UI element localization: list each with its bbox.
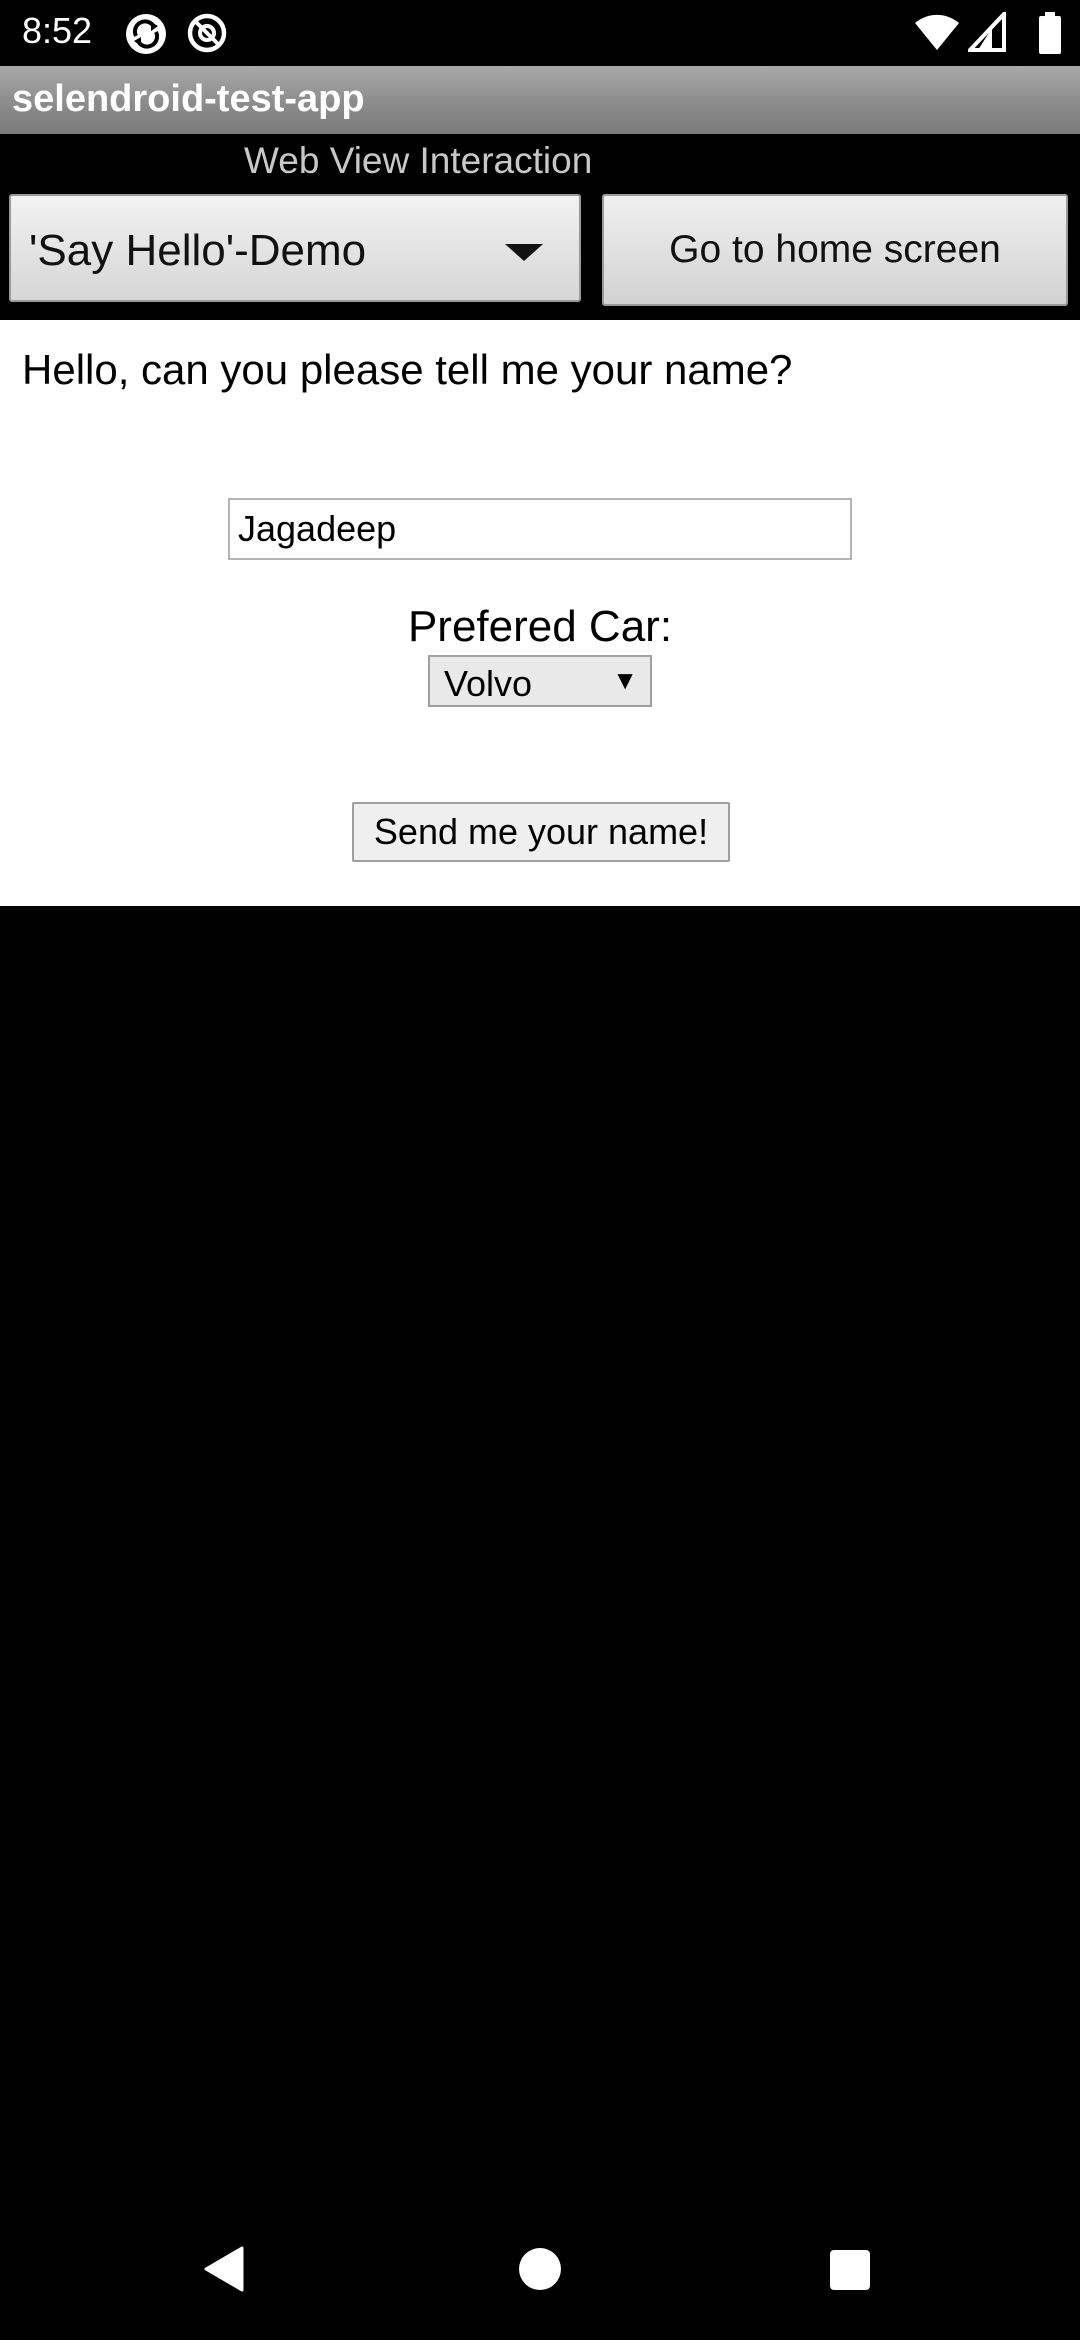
name-input[interactable] [228, 498, 852, 560]
send-name-button[interactable]: Send me your name! [352, 802, 730, 862]
battery-icon [1039, 12, 1061, 54]
cell-signal-icon [968, 12, 1006, 52]
app-title-bar: selendroid-test-app [0, 66, 1080, 134]
name-question: Hello, can you please tell me your name? [22, 346, 793, 393]
car-select[interactable]: Volvo ▼ [428, 655, 652, 707]
screen: 8:52 selendroid-test-app Web View Intera… [0, 0, 1080, 2340]
go-to-home-button[interactable]: Go to home screen [602, 194, 1068, 306]
wifi-icon [915, 14, 959, 50]
home-icon[interactable] [519, 2248, 561, 2290]
navigation-bar [0, 2196, 1080, 2340]
app-title: selendroid-test-app [12, 78, 365, 120]
status-bar: 8:52 [0, 0, 1080, 66]
demo-spinner-value: 'Say Hello'-Demo [29, 226, 367, 275]
select-arrow-icon: ▼ [612, 665, 638, 695]
dropdown-arrow-icon [505, 244, 543, 261]
status-time: 8:52 [22, 10, 93, 51]
screen-subtitle: Web View Interaction [244, 140, 593, 181]
sync-icon [124, 12, 168, 61]
recents-icon[interactable] [830, 2250, 870, 2290]
demo-spinner[interactable]: 'Say Hello'-Demo [9, 194, 581, 302]
back-icon[interactable] [204, 2246, 244, 2292]
car-select-value: Volvo [444, 663, 533, 704]
web-view: Hello, can you please tell me your name?… [0, 320, 1080, 906]
prefered-car-label: Prefered Car: [407, 602, 673, 651]
at-sign-icon [186, 12, 228, 59]
